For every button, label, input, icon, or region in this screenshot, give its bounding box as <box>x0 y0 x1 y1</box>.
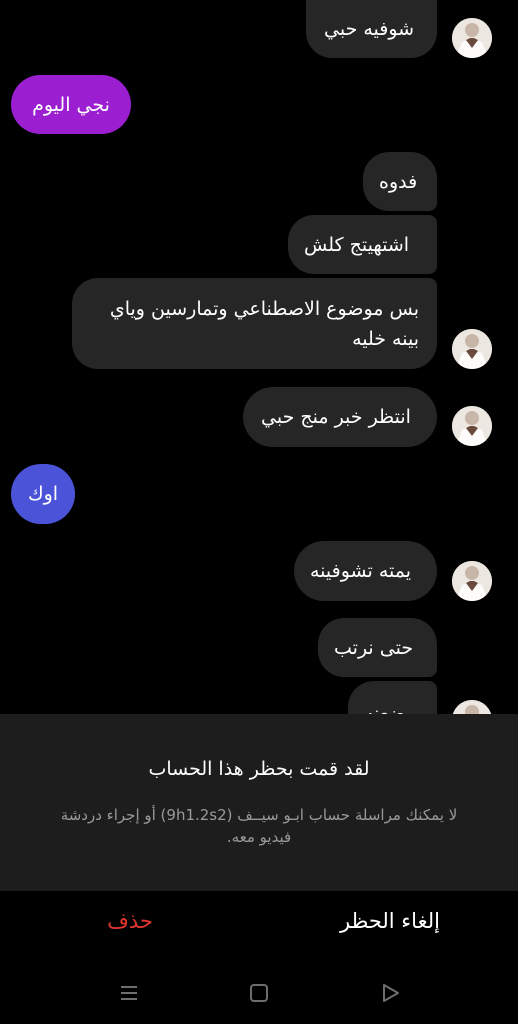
blocked-notice-panel: لقد قمت بحظر هذا الحساب لا يمكنك مراسلة … <box>0 714 518 891</box>
contact-avatar[interactable] <box>452 700 492 714</box>
blocked-actions: إلغاء الحظر حذف <box>0 891 518 961</box>
blocked-title: لقد قمت بحظر هذا الحساب <box>148 758 370 780</box>
message-bubble-incoming[interactable]: حتى نرتب <box>318 618 437 677</box>
message-text: وضعنه <box>364 703 415 714</box>
message-bubble-incoming[interactable]: انتظر خبر منج حبي <box>243 387 437 447</box>
menu-icon[interactable] <box>117 981 141 1005</box>
system-nav-bar <box>0 961 518 1024</box>
avatar-image-icon <box>452 561 492 601</box>
message-text: حتى نرتب <box>334 636 414 659</box>
back-triangle-icon[interactable] <box>378 981 402 1005</box>
blocked-description: لا يمكنك مراسلة حساب ابـو سيــف (9h1.2s2… <box>60 806 458 846</box>
message-list[interactable]: شوفيه حبي نجي اليوم فدوه اشتهيتج كلش بس … <box>0 0 518 714</box>
message-text: اشتهيتج كلش <box>304 233 410 256</box>
message-text: انتظر خبر منج حبي <box>261 406 411 428</box>
avatar-image-icon <box>452 406 492 446</box>
unblock-button[interactable]: إلغاء الحظر <box>300 909 480 943</box>
avatar-image-icon <box>452 329 492 369</box>
message-text: بس موضوع الاصطناعي وتمارسين وياي بينه خل… <box>109 297 419 350</box>
delete-button[interactable]: حذف <box>70 909 190 943</box>
message-text: نجي اليوم <box>32 93 110 116</box>
home-square-icon[interactable] <box>247 981 271 1005</box>
message-bubble-incoming[interactable]: اشتهيتج كلش <box>288 215 437 274</box>
message-text: يمته تشوفينه <box>310 560 412 582</box>
message-bubble-incoming[interactable]: فدوه <box>363 152 437 211</box>
contact-avatar[interactable] <box>452 561 492 601</box>
contact-avatar[interactable] <box>452 329 492 369</box>
message-text: فدوه <box>379 170 418 193</box>
message-text: شوفيه حبي <box>324 18 415 40</box>
message-text: اوك <box>27 483 59 505</box>
contact-avatar[interactable] <box>452 406 492 446</box>
message-bubble-incoming[interactable]: يمته تشوفينه <box>294 541 437 601</box>
message-bubble-outgoing[interactable]: نجي اليوم <box>11 75 131 134</box>
message-bubble-outgoing[interactable]: اوك <box>11 464 75 524</box>
message-bubble-incoming[interactable]: بس موضوع الاصطناعي وتمارسين وياي بينه خل… <box>72 278 437 369</box>
message-bubble-incoming[interactable]: وضعنه <box>348 681 437 714</box>
avatar-image-icon <box>452 700 492 714</box>
message-bubble-incoming[interactable]: شوفيه حبي <box>306 0 437 58</box>
avatar-image-icon <box>452 18 492 58</box>
chat-screen: شوفيه حبي نجي اليوم فدوه اشتهيتج كلش بس … <box>0 0 518 1024</box>
contact-avatar[interactable] <box>452 18 492 58</box>
